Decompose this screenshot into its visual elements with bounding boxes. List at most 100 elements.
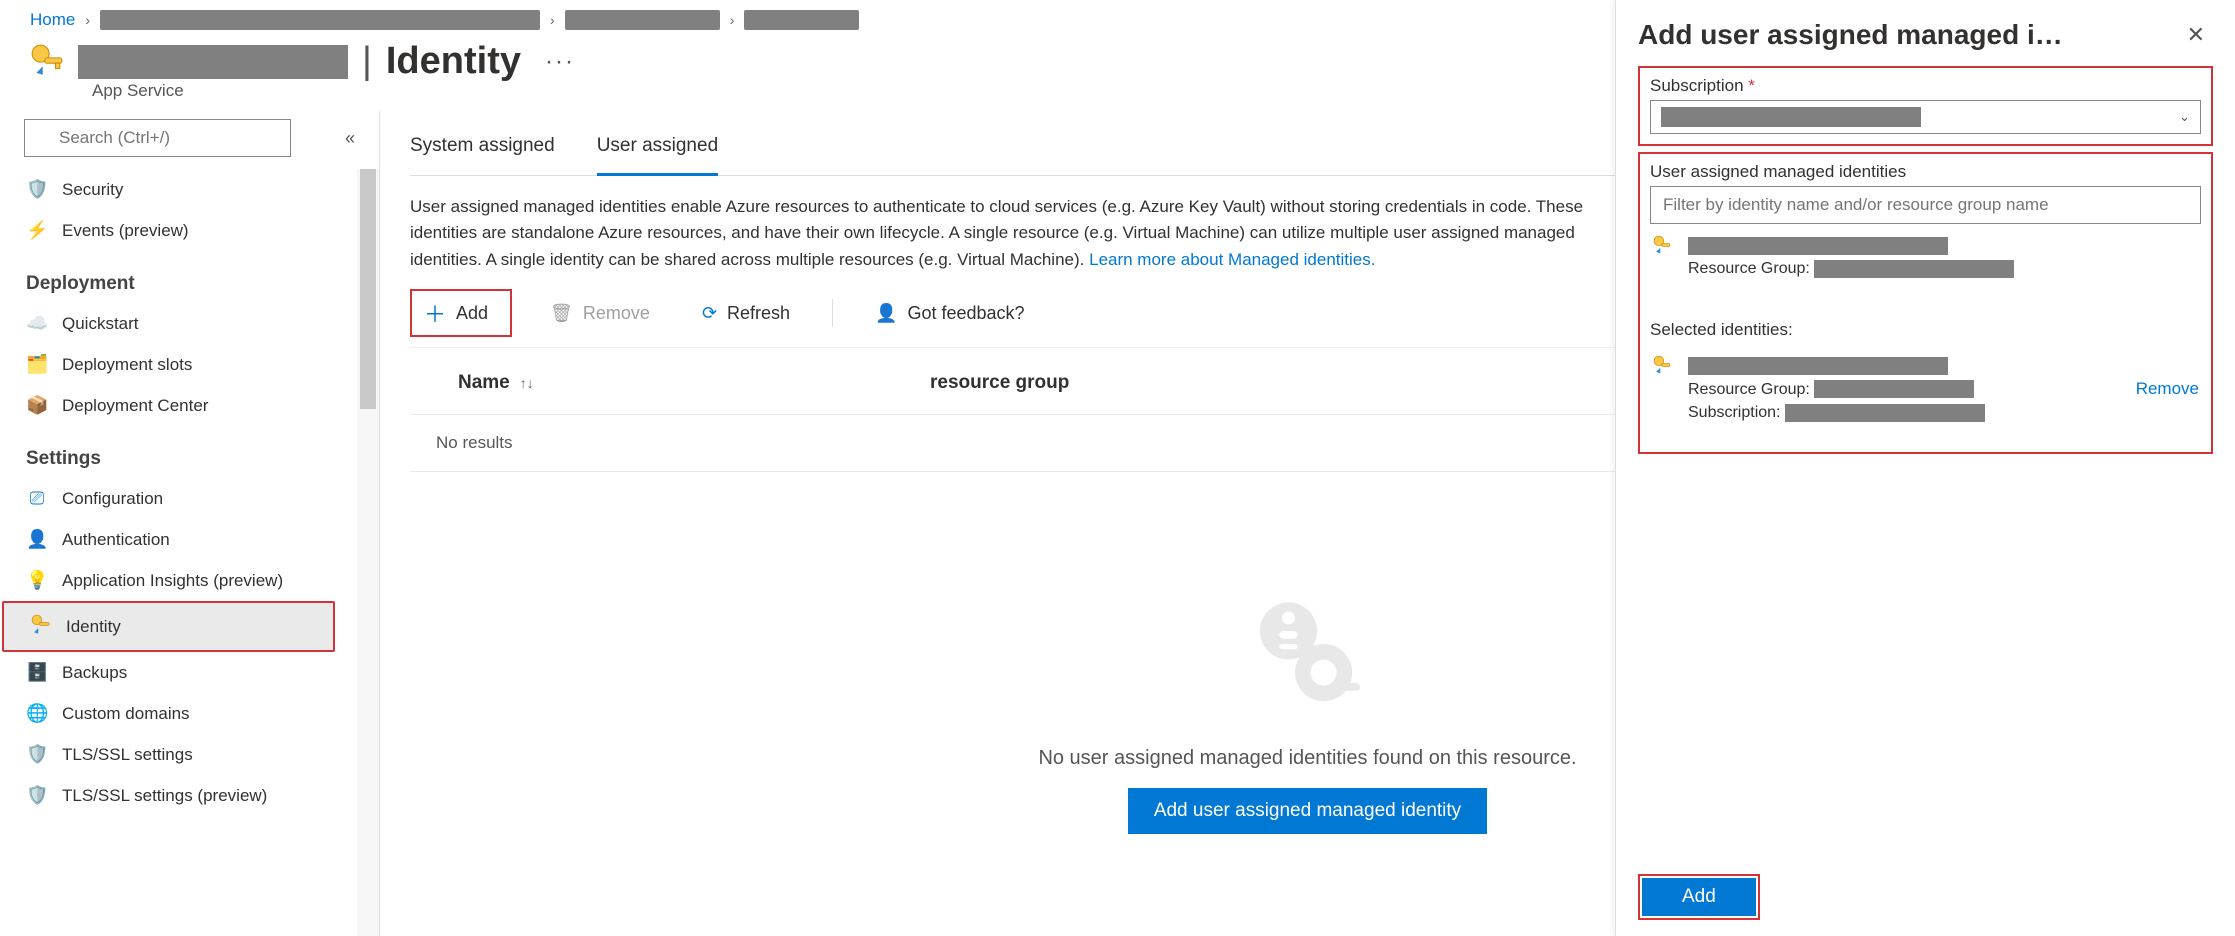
sidebar-item-label: Configuration <box>62 489 163 509</box>
sidebar-item-app-insights[interactable]: 💡 Application Insights (preview) <box>0 560 357 601</box>
close-button[interactable]: ✕ <box>2179 18 2213 52</box>
add-user-assigned-identity-button[interactable]: Add user assigned managed identity <box>1128 788 1487 834</box>
toolbar-separator <box>832 299 833 327</box>
chevron-right-icon: › <box>730 12 735 28</box>
page-title: Identity <box>386 40 521 83</box>
add-button-label: Add <box>456 303 488 324</box>
bulb-icon: 💡 <box>26 570 48 591</box>
sidebar-item-label: Application Insights (preview) <box>62 571 283 591</box>
sidebar-item-backups[interactable]: 🗄️ Backups <box>0 652 357 693</box>
globe-icon: 🌐 <box>26 703 48 724</box>
chevron-right-icon: › <box>85 12 90 28</box>
sidebar-item-configuration[interactable]: ⎚ Configuration <box>0 478 357 519</box>
person-icon: 👤 <box>26 529 48 550</box>
add-identity-flyout: Add user assigned managed i… ✕ Subscript… <box>1615 0 2235 936</box>
key-icon <box>1652 354 1674 379</box>
key-icon <box>30 613 52 640</box>
sidebar-item-events[interactable]: ⚡ Events (preview) <box>0 210 357 251</box>
sidebar-item-label: Deployment Center <box>62 396 208 416</box>
column-name-label: Name <box>458 372 510 394</box>
identity-name-redacted <box>1688 357 1948 375</box>
sidebar-item-identity[interactable]: Identity <box>2 601 335 652</box>
flyout-footer: Add <box>1638 874 1760 920</box>
breadcrumb-home[interactable]: Home <box>30 10 75 30</box>
breadcrumb-item-redacted-1[interactable] <box>100 10 540 30</box>
header-separator: | <box>362 40 372 83</box>
subscription-label: Subscription * <box>1650 76 2201 96</box>
identity-name-redacted <box>1688 237 1948 255</box>
sidebar-item-label: TLS/SSL settings <box>62 745 193 765</box>
sidebar-search-input[interactable] <box>24 119 291 157</box>
remove-identity-link[interactable]: Remove <box>2136 379 2199 399</box>
sidebar-item-deployment-slots[interactable]: 🗂️ Deployment slots <box>0 344 357 385</box>
breadcrumb-item-redacted-3[interactable] <box>744 10 859 30</box>
sidebar-item-tls-ssl-preview[interactable]: 🛡️ TLS/SSL settings (preview) <box>0 775 357 816</box>
sidebar-item-authentication[interactable]: 👤 Authentication <box>0 519 357 560</box>
bolt-icon: ⚡ <box>26 220 48 241</box>
identity-filter-input[interactable] <box>1650 186 2201 224</box>
key-illustration-icon <box>1243 592 1373 725</box>
sidebar-item-label: Quickstart <box>62 314 139 334</box>
selected-identity-item: Resource Group: Subscription: Remove <box>1650 344 2201 434</box>
subscription-value-redacted <box>1661 107 1921 127</box>
sidebar-item-label: Identity <box>66 617 121 637</box>
resource-group-label: Resource Group: <box>1688 381 1810 398</box>
feedback-button[interactable]: 👤 Got feedback? <box>861 297 1039 330</box>
shield-icon: 🛡️ <box>26 785 48 806</box>
flyout-title: Add user assigned managed i… <box>1638 19 2063 51</box>
subscription-select[interactable]: ⌄ <box>1650 100 2201 134</box>
collapse-sidebar-button[interactable]: « <box>345 128 355 149</box>
refresh-icon: ⟳ <box>702 303 717 324</box>
slots-icon: 🗂️ <box>26 354 48 375</box>
sidebar-group-settings: Settings <box>0 426 357 478</box>
selected-identities-label: Selected identities: <box>1650 320 2201 340</box>
sliders-icon: ⎚ <box>26 488 48 509</box>
cloud-up-icon: ☁️ <box>26 313 48 334</box>
refresh-button-label: Refresh <box>727 303 790 324</box>
sidebar: 🔍︎ « 🛡️ Security ⚡ Events (preview) Depl… <box>0 111 380 936</box>
trash-icon: 🗑 <box>550 303 573 324</box>
uami-label: User assigned managed identities <box>1650 162 2201 182</box>
add-button[interactable]: ＋ Add <box>410 289 512 337</box>
sidebar-group-deployment: Deployment <box>0 251 357 303</box>
chevron-right-icon: › <box>550 12 555 28</box>
sidebar-item-label: Deployment slots <box>62 355 192 375</box>
sidebar-item-label: Backups <box>62 663 127 683</box>
sidebar-item-custom-domains[interactable]: 🌐 Custom domains <box>0 693 357 734</box>
sort-icon[interactable]: ↑↓ <box>520 375 534 391</box>
refresh-button[interactable]: ⟳ Refresh <box>688 297 804 330</box>
shield-icon: 🛡️ <box>26 744 48 765</box>
sidebar-item-security[interactable]: 🛡️ Security <box>0 169 357 210</box>
more-actions-button[interactable]: ··· <box>535 48 575 76</box>
sidebar-item-label: Authentication <box>62 530 170 550</box>
learn-more-link[interactable]: Learn more about Managed identities. <box>1089 250 1375 269</box>
tab-system-assigned[interactable]: System assigned <box>410 125 555 175</box>
scrollbar-thumb[interactable] <box>360 169 376 409</box>
sidebar-item-tls-ssl[interactable]: 🛡️ TLS/SSL settings <box>0 734 357 775</box>
feedback-icon: 👤 <box>875 303 897 324</box>
subscription-section: Subscription * ⌄ <box>1638 66 2213 146</box>
flyout-add-button[interactable]: Add <box>1642 878 1756 916</box>
subscription-value-redacted <box>1785 404 1985 422</box>
resource-group-value-redacted <box>1814 260 2014 278</box>
sidebar-item-quickstart[interactable]: ☁️ Quickstart <box>0 303 357 344</box>
sidebar-item-deployment-center[interactable]: 📦 Deployment Center <box>0 385 357 426</box>
sidebar-item-label: TLS/SSL settings (preview) <box>62 786 267 806</box>
sidebar-item-label: Custom domains <box>62 704 190 724</box>
description-text: User assigned managed identities enable … <box>410 176 1610 279</box>
shield-icon: 🛡️ <box>26 179 48 200</box>
subscription-detail-label: Subscription: <box>1688 404 1781 421</box>
tab-user-assigned[interactable]: User assigned <box>597 125 718 176</box>
plus-icon: ＋ <box>424 297 446 329</box>
identity-list-item[interactable]: Resource Group: <box>1650 224 2201 290</box>
key-icon <box>1652 234 1674 259</box>
breadcrumb-item-redacted-2[interactable] <box>565 10 720 30</box>
remove-button: 🗑 Remove <box>536 297 664 330</box>
box-icon: 📦 <box>26 395 48 416</box>
resource-name-redacted <box>78 45 348 79</box>
key-icon <box>30 43 64 80</box>
sidebar-scrollbar[interactable]: ▴ ▾ <box>357 169 379 936</box>
column-name[interactable]: Name ↑↓ <box>410 372 930 394</box>
dbstack-icon: 🗄️ <box>26 662 48 683</box>
column-rg-label: resource group <box>930 372 1069 394</box>
